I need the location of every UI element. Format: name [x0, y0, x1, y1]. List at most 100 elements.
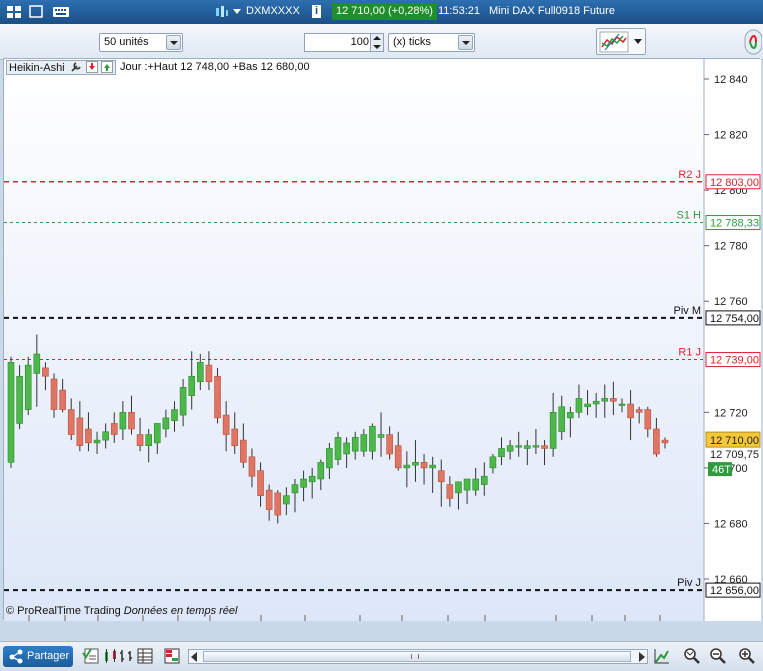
- last-price-label: 12 710,00: [710, 435, 759, 447]
- candle-body: [515, 445, 523, 448]
- price-change-badge: 12 710,00 (+0,28%): [332, 3, 437, 20]
- candle-body: [575, 398, 583, 413]
- candle-body: [42, 367, 49, 377]
- scroll-left-icon[interactable]: [191, 652, 197, 662]
- chevron-down-icon[interactable]: [373, 45, 381, 49]
- copyright-note: © ProRealTime Trading Données en temps r…: [6, 605, 237, 617]
- candle-body: [222, 414, 230, 435]
- candle-body: [231, 428, 239, 446]
- units-select-value: 50 unités: [104, 36, 149, 48]
- chart-style-button[interactable]: [596, 28, 646, 55]
- level-value-label: 12 656,00: [710, 585, 759, 597]
- units-select[interactable]: 50 unités: [99, 33, 183, 52]
- candle-body: [317, 462, 325, 480]
- indicator-legend[interactable]: Heikin-Ashi: [6, 60, 116, 75]
- candle-body: [661, 439, 669, 444]
- y-tick-label: 12 780: [714, 241, 748, 253]
- scroll-thumb[interactable]: [203, 651, 631, 662]
- time-scrollbar[interactable]: [188, 649, 648, 664]
- candle-body: [326, 448, 333, 469]
- scroll-grip: [411, 654, 419, 659]
- price-chart[interactable]: 12 84012 82012 80012 78012 76012 72012 7…: [3, 58, 761, 621]
- order-book-icon[interactable]: [163, 647, 181, 665]
- candle-body: [240, 439, 247, 463]
- candle-body: [59, 389, 66, 410]
- title-bar: DXMXXXX i 12 710,00 (+0,28%) 11:53:21 Mi…: [0, 0, 763, 24]
- bottom-toolbar: Partager: [0, 641, 763, 671]
- ticks-select-value: (x) ticks: [393, 36, 431, 48]
- clock-time: 11:53:21: [438, 5, 481, 17]
- info-icon[interactable]: i: [312, 5, 322, 18]
- zoom-fit-icon[interactable]: [683, 647, 701, 665]
- candle-body: [119, 412, 127, 430]
- keyboard-icon[interactable]: [52, 4, 70, 19]
- candle-body: [601, 398, 609, 402]
- table-icon[interactable]: [136, 647, 154, 665]
- price-axis-background: [704, 59, 761, 621]
- scroll-right-icon[interactable]: [639, 652, 645, 662]
- candle-body: [618, 403, 626, 406]
- candle-body: [33, 353, 41, 374]
- candle-body: [455, 481, 462, 494]
- share-button[interactable]: Partager: [3, 646, 73, 667]
- level-name: R2 J: [678, 169, 701, 181]
- candle-body: [610, 398, 617, 402]
- candle-body: [343, 442, 350, 455]
- y-tick-label: 12 760: [714, 296, 748, 308]
- auto-scale-icon[interactable]: [653, 647, 671, 665]
- ticker-label[interactable]: DXMXXXX: [246, 5, 300, 17]
- remove-indicator-icon[interactable]: [85, 61, 98, 73]
- instrument-icon[interactable]: [214, 4, 230, 19]
- indicator-name: Heikin-Ashi: [9, 62, 65, 74]
- candle-body: [308, 475, 316, 483]
- candle-body: [412, 462, 419, 466]
- candle-body: [369, 425, 376, 452]
- grid-icon[interactable]: [6, 4, 22, 19]
- y-tick-label: 12 720: [714, 407, 748, 419]
- zoom-in-icon[interactable]: [738, 647, 756, 665]
- candle-body: [188, 375, 196, 396]
- candle-body: [532, 445, 540, 448]
- candle-body: [145, 434, 152, 446]
- chevron-up-icon[interactable]: [373, 36, 381, 40]
- candle-body: [394, 445, 402, 469]
- bars-icon[interactable]: [118, 647, 136, 665]
- chevron-down-icon[interactable]: [458, 35, 473, 50]
- wrench-icon[interactable]: [70, 61, 83, 73]
- drawing-tools-icon[interactable]: [742, 29, 762, 55]
- candle-body: [351, 437, 359, 452]
- candle-body: [128, 412, 135, 430]
- candle-body: [567, 412, 574, 419]
- candle-body: [136, 434, 144, 446]
- candle-body: [274, 492, 282, 516]
- candle-body: [558, 406, 566, 433]
- chart-canvas[interactable]: 12 84012 82012 80012 78012 76012 72012 7…: [4, 59, 761, 621]
- candle-body: [171, 409, 178, 421]
- checklist-icon[interactable]: [82, 647, 100, 665]
- candle-body: [480, 475, 488, 485]
- candle-body: [257, 470, 264, 496]
- add-indicator-icon[interactable]: [100, 61, 113, 73]
- chevron-down-icon[interactable]: [166, 35, 181, 50]
- candle-body: [386, 434, 393, 455]
- zoom-out-icon[interactable]: [709, 647, 727, 665]
- candle-body: [214, 375, 221, 419]
- quantity-input[interactable]: 100: [304, 33, 376, 52]
- maximize-icon[interactable]: [28, 4, 44, 19]
- chart-style-icon: [599, 31, 629, 53]
- level-value-label: 12 739,00: [710, 355, 759, 367]
- level-value-label: 12 788,33: [710, 218, 759, 230]
- candle-body: [420, 462, 428, 469]
- candle-body: [403, 464, 411, 469]
- ticks-select[interactable]: (x) ticks: [388, 33, 475, 52]
- chevron-down-icon[interactable]: [232, 4, 242, 19]
- day-high-low-info: Jour :+Haut 12 748,00 +Bas 12 680,00: [120, 61, 310, 73]
- candle-body: [334, 437, 342, 460]
- realtime-note: Données en temps réel: [123, 605, 238, 617]
- quantity-stepper[interactable]: [370, 33, 384, 52]
- candle-body: [162, 417, 170, 430]
- chevron-down-icon[interactable]: [634, 39, 642, 44]
- share-icon: [9, 649, 23, 664]
- share-button-label: Partager: [27, 650, 70, 662]
- level-name: R1 J: [678, 347, 701, 359]
